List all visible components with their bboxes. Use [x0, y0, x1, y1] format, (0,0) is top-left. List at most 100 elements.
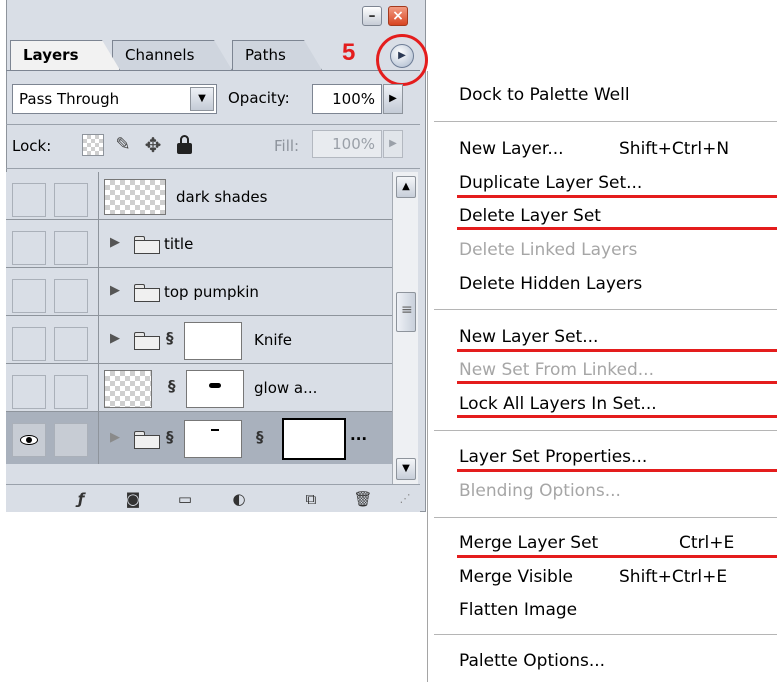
lock-label: Lock:	[12, 137, 52, 155]
trash-icon[interactable]: 🗑	[352, 489, 374, 509]
fill-slider-button[interactable]: ▶	[383, 130, 403, 158]
layer-row-selected[interactable]: ▶ § § ...	[6, 412, 392, 464]
column-divider	[98, 412, 99, 464]
visibility-toggle[interactable]	[12, 279, 46, 313]
opacity-label: Opacity:	[228, 89, 290, 107]
layers-scrollbar[interactable]: ▲ ▼	[392, 172, 418, 484]
mask-shape	[211, 429, 219, 431]
new-folder-icon[interactable]: ▭	[174, 489, 196, 509]
chain-link-icon[interactable]: §	[166, 428, 174, 446]
link-toggle[interactable]	[54, 231, 88, 265]
menu-item-new-layer[interactable]: New Layer... Shift+Ctrl+N	[459, 139, 729, 159]
menu-item-shortcut: Shift+Ctrl+E	[619, 567, 728, 587]
menu-item-label: Merge Layer Set	[459, 533, 599, 553]
fill-label: Fill:	[274, 137, 300, 155]
scroll-up-button[interactable]: ▲	[396, 176, 416, 198]
visibility-toggle[interactable]	[12, 231, 46, 265]
menu-item-palette-options[interactable]: Palette Options...	[459, 651, 605, 671]
visibility-toggle[interactable]	[12, 375, 46, 409]
expand-triangle-icon[interactable]: ▶	[110, 235, 120, 250]
menu-item-new-layer-set[interactable]: New Layer Set...	[459, 327, 598, 347]
menu-item-lock-all-layers-in-set[interactable]: Lock All Layers In Set...	[459, 394, 657, 414]
menu-item-dock-to-palette-well[interactable]: Dock to Palette Well	[459, 85, 630, 105]
link-toggle[interactable]	[54, 279, 88, 313]
link-toggle[interactable]	[54, 327, 88, 361]
chain-link-icon[interactable]: §	[168, 377, 176, 395]
menu-item-merge-visible[interactable]: Merge Visible Shift+Ctrl+E	[459, 567, 727, 587]
menu-item-delete-layer-set[interactable]: Delete Layer Set	[459, 206, 601, 226]
layer-row[interactable]: ▶ title	[6, 220, 392, 268]
layer-row[interactable]: ▶ top pumpkin	[6, 268, 392, 316]
new-layer-icon[interactable]: ⧉	[300, 489, 322, 509]
annotation-underline	[457, 195, 777, 198]
adjustment-layer-icon[interactable]: ◐	[228, 489, 250, 509]
lock-transparency-icon[interactable]	[82, 134, 104, 156]
fill-input[interactable]: 100%	[312, 130, 382, 158]
tab-label: Paths	[245, 46, 286, 64]
layer-row[interactable]: ▶ § Knife	[6, 316, 392, 364]
menu-item-blending-options: Blending Options...	[459, 481, 621, 501]
link-toggle[interactable]	[54, 423, 88, 457]
link-toggle[interactable]	[54, 183, 88, 217]
menu-item-layer-set-properties[interactable]: Layer Set Properties...	[459, 447, 647, 467]
menu-item-duplicate-layer-set[interactable]: Duplicate Layer Set...	[459, 173, 642, 193]
tab-label: Layers	[23, 46, 79, 64]
close-button[interactable]: ×	[388, 6, 408, 26]
menu-item-flatten-image[interactable]: Flatten Image	[459, 600, 577, 620]
visibility-toggle[interactable]	[12, 327, 46, 361]
scroll-thumb[interactable]	[396, 292, 416, 332]
layer-style-icon[interactable]: ƒ	[70, 489, 92, 509]
lock-icon[interactable]	[174, 134, 196, 156]
scroll-down-button[interactable]: ▼	[396, 458, 416, 480]
folder-icon	[134, 332, 160, 350]
expand-triangle-icon[interactable]: ▶	[110, 430, 120, 445]
opacity-slider-button[interactable]: ▶	[383, 84, 403, 114]
menu-item-shortcut: Shift+Ctrl+N	[619, 139, 730, 159]
expand-triangle-icon[interactable]: ▶	[110, 331, 120, 346]
folder-body	[134, 240, 160, 254]
eye-icon	[20, 435, 38, 445]
visibility-toggle[interactable]	[12, 183, 46, 217]
layer-row[interactable]: § glow a...	[6, 364, 392, 412]
palette-flyout-menu: Dock to Palette Well New Layer... Shift+…	[427, 71, 777, 682]
opacity-input[interactable]: 100%	[312, 84, 382, 114]
minimize-button[interactable]: –	[362, 6, 382, 26]
layer-name: glow a...	[254, 379, 318, 397]
palette-toolbar: ƒ ◙ ▭ ◐ ⧉ 🗑 ⋰	[6, 484, 420, 512]
add-mask-icon[interactable]: ◙	[122, 489, 144, 509]
resize-grip-icon[interactable]: ⋰	[394, 489, 416, 509]
annotation-underline	[457, 381, 777, 384]
menu-item-label: New Layer...	[459, 139, 564, 159]
column-divider	[98, 268, 99, 316]
column-divider	[98, 220, 99, 268]
menu-separator	[434, 517, 777, 518]
layer-thumbnail	[104, 370, 152, 408]
menu-item-delete-hidden-layers[interactable]: Delete Hidden Layers	[459, 274, 642, 294]
chain-link-icon[interactable]: §	[166, 329, 174, 347]
move-icon[interactable]: ✥	[142, 134, 164, 156]
expand-triangle-icon[interactable]: ▶	[110, 283, 120, 298]
divider	[6, 124, 420, 125]
visibility-toggle[interactable]	[12, 423, 46, 457]
menu-separator	[434, 634, 777, 635]
folder-icon	[134, 236, 160, 254]
chain-link-icon[interactable]: §	[256, 428, 264, 446]
tab-divider	[6, 70, 420, 71]
tab-channels[interactable]: Channels	[112, 40, 232, 70]
annotation-underline	[457, 227, 777, 230]
menu-item-merge-layer-set[interactable]: Merge Layer Set Ctrl+E	[459, 533, 734, 553]
highlight-circle	[376, 34, 428, 86]
tab-layers[interactable]: Layers	[10, 40, 120, 70]
annotation-underline	[457, 349, 777, 352]
mask-thumbnail	[184, 420, 242, 458]
chevron-down-icon[interactable]: ▼	[190, 87, 214, 111]
mask-thumbnail	[184, 322, 242, 360]
folder-icon	[134, 431, 160, 449]
brush-icon[interactable]: ✎	[112, 134, 134, 156]
link-toggle[interactable]	[54, 375, 88, 409]
folder-icon	[134, 284, 160, 302]
layer-row[interactable]: dark shades	[6, 172, 392, 220]
menu-separator	[434, 121, 777, 122]
folder-body	[134, 435, 160, 449]
blend-mode-select[interactable]: Pass Through ▼	[12, 84, 217, 114]
